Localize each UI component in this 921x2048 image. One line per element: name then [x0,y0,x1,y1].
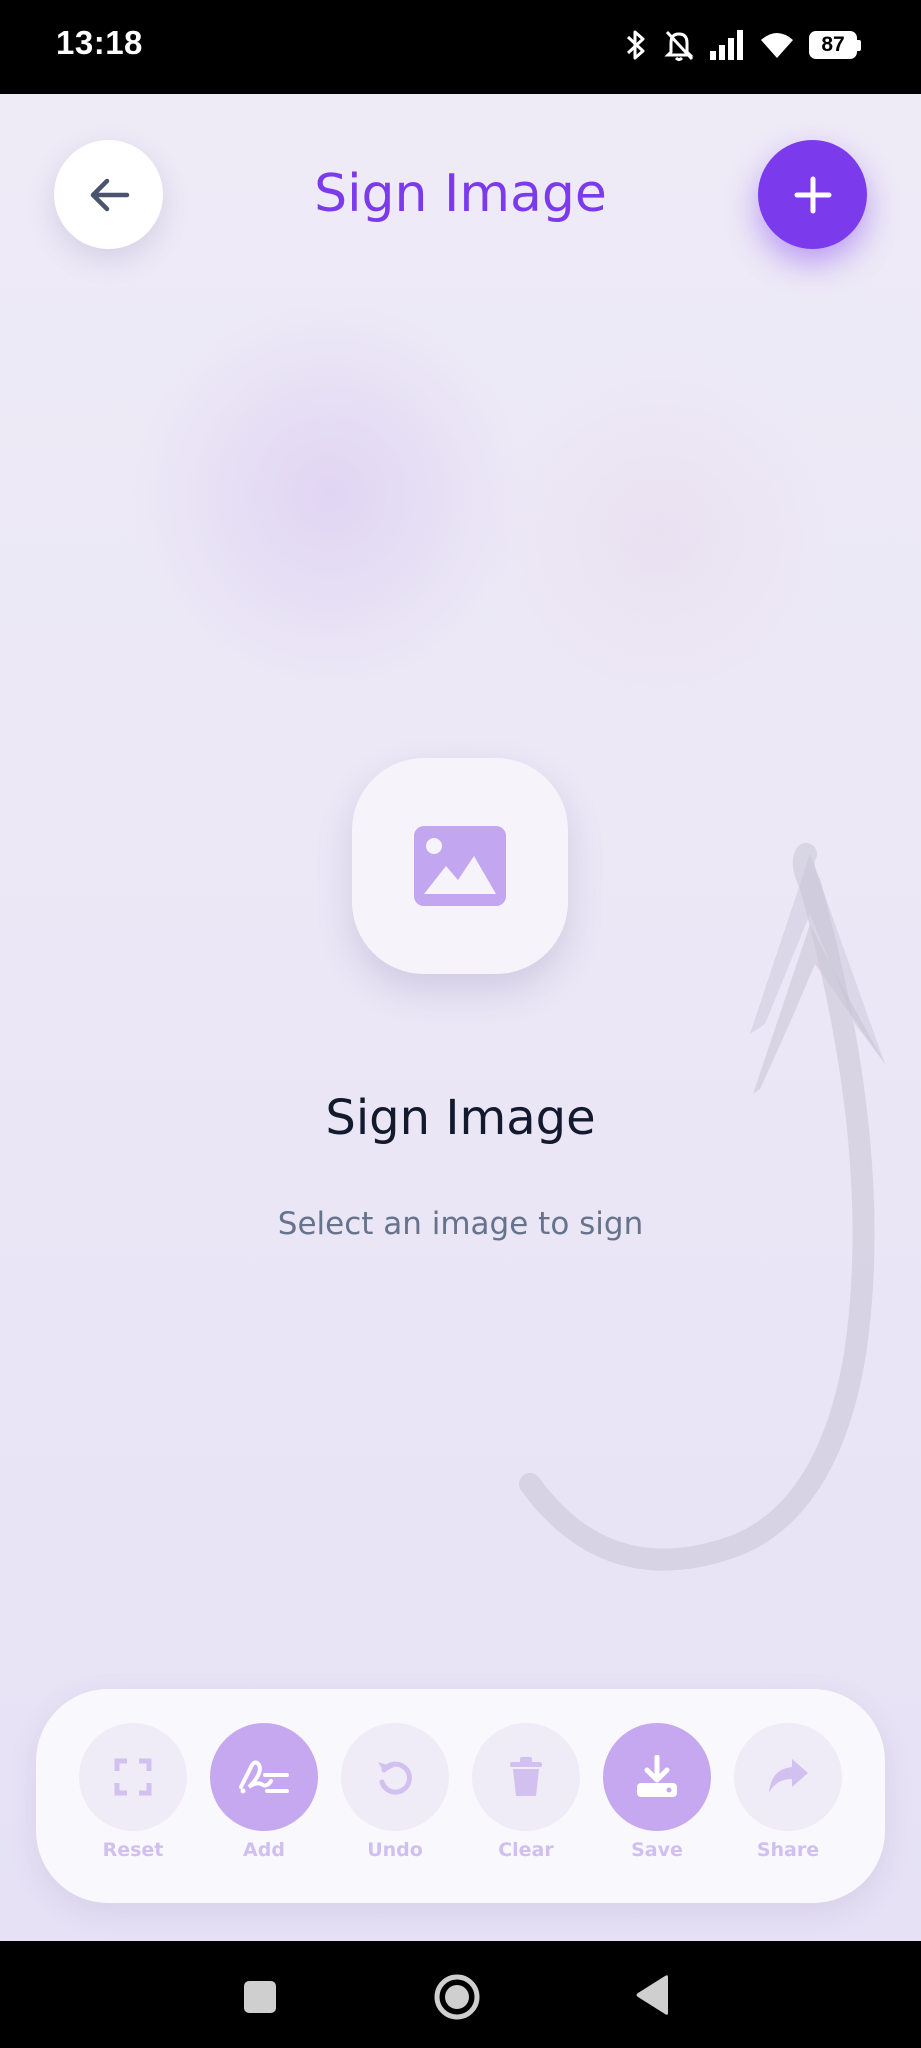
status-icons: 87 [623,28,861,62]
trash-icon [510,1757,542,1796]
signal-icon [710,30,743,60]
fullscreen-icon [114,1758,152,1796]
battery-icon: 87 [809,31,861,59]
add-signature-button[interactable]: Add [209,1723,319,1861]
plus-icon [794,176,831,213]
app-screen: Sign Image Sign Image Select an image to… [0,94,921,1941]
save-label: Save [631,1839,683,1861]
bottom-toolbar: Reset Add Undo Clear Save Share [36,1689,885,1903]
square-icon [244,1981,276,2013]
empty-state-subtitle: Select an image to sign [277,1206,644,1242]
share-icon [769,1759,808,1793]
status-bar: 13:18 87 [0,0,921,94]
reset-button[interactable]: Reset [78,1723,188,1861]
bluetooth-icon [626,30,645,60]
home-circle-icon [434,1974,480,2020]
wifi-icon [761,33,793,58]
recents-button[interactable] [243,1980,277,2018]
guide-arrow-icon [519,843,888,1571]
undo-label: Undo [367,1839,423,1861]
undo-button[interactable]: Undo [340,1723,450,1861]
clear-button[interactable]: Clear [471,1723,581,1861]
download-icon [637,1755,677,1797]
background-glow [130,294,530,694]
add-label: Add [243,1839,285,1861]
save-button[interactable]: Save [602,1723,712,1861]
clear-label: Clear [498,1839,554,1861]
status-time: 13:18 [56,24,143,61]
share-label: Share [756,1839,820,1861]
select-image-tile[interactable] [352,758,568,974]
battery-level: 87 [809,31,857,59]
add-image-button[interactable] [758,140,867,249]
bell-off-icon [664,30,694,61]
undo-icon [378,1761,412,1795]
background-glow [480,354,840,714]
triangle-back-icon [636,1975,668,2015]
navigation-bar [0,1941,921,2048]
back-nav-button[interactable] [634,1974,672,2020]
share-button[interactable]: Share [733,1723,843,1861]
reset-label: Reset [102,1839,164,1861]
home-button[interactable] [433,1973,481,2025]
signature-icon [239,1760,289,1794]
empty-state-title: Sign Image [325,1090,596,1146]
image-icon [414,826,506,906]
